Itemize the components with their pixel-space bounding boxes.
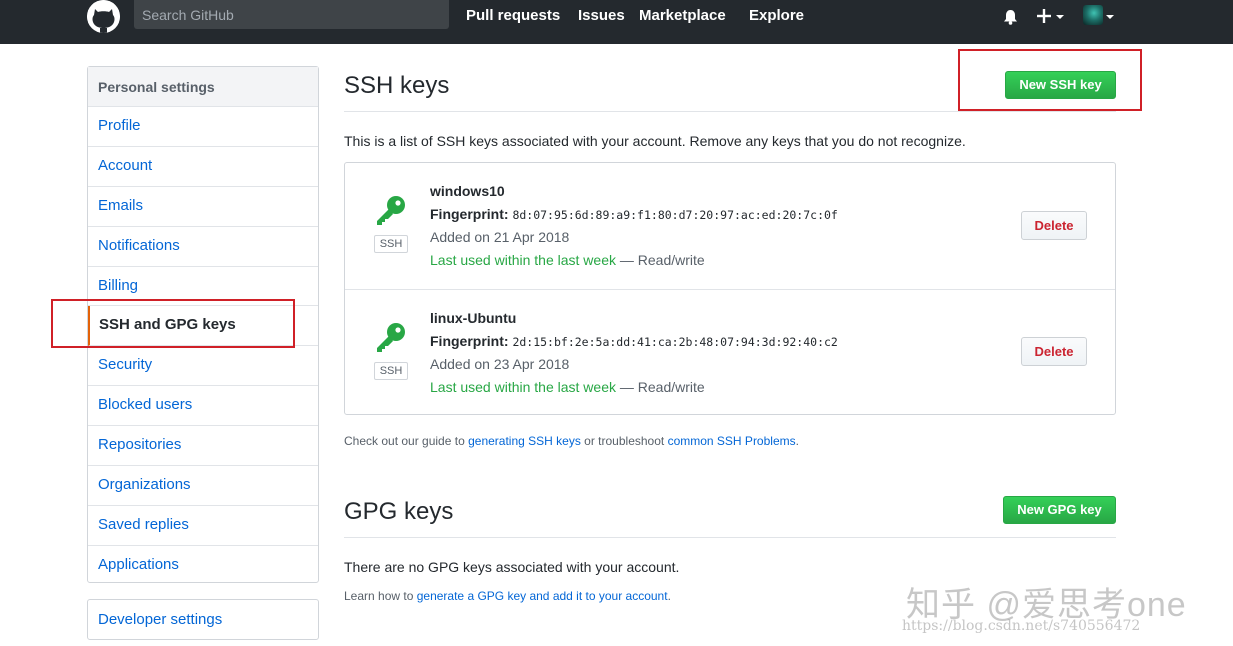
list-item: SSH linux-Ubuntu Fingerprint: 2d:15:bf:2… — [345, 289, 1115, 415]
key-title: linux-Ubuntu — [430, 310, 517, 326]
chevron-down-icon[interactable] — [1056, 15, 1064, 19]
delete-key-button[interactable]: Delete — [1021, 337, 1087, 366]
key-icon — [374, 194, 408, 228]
sidebar-item-saved-replies[interactable]: Saved replies — [88, 506, 318, 546]
learn-suffix: . — [667, 589, 671, 603]
access-level: — Read/write — [619, 252, 705, 268]
last-used-text: Last used within the last week — [430, 379, 616, 395]
sidebar-item-blocked-users[interactable]: Blocked users — [88, 386, 318, 427]
guide-middle: or troubleshoot — [584, 434, 665, 448]
sidebar-item-account[interactable]: Account — [88, 147, 318, 187]
fingerprint-label: Fingerprint: — [430, 333, 509, 349]
access-level: — Read/write — [619, 379, 705, 395]
nav-explore[interactable]: Explore — [749, 7, 804, 24]
watermark-url: https://blog.csdn.net/s740556472 — [902, 618, 1141, 634]
learn-prefix: Learn how to — [344, 589, 414, 603]
sidebar-item-repositories[interactable]: Repositories — [88, 426, 318, 467]
sidebar-item-organizations[interactable]: Organizations — [88, 466, 318, 506]
ssh-key-list: SSH windows10 Fingerprint: 8d:07:95:6d:8… — [344, 162, 1116, 415]
search-placeholder: Search GitHub — [142, 7, 234, 23]
generate-gpg-key-link[interactable]: generate a GPG key and add it to your ac… — [417, 589, 668, 603]
guide-suffix: . — [795, 434, 799, 448]
common-ssh-problems-link[interactable]: common SSH Problems — [668, 434, 796, 448]
annotation-highlight-sidebar — [51, 299, 295, 348]
avatar[interactable] — [1083, 5, 1103, 25]
bell-icon[interactable] — [1003, 9, 1018, 30]
nav-pull-requests[interactable]: Pull requests — [466, 7, 560, 24]
key-icon — [374, 321, 408, 355]
added-date: Added on 21 Apr 2018 — [430, 229, 570, 245]
gpg-empty-text: There are no GPG keys associated with yo… — [344, 559, 680, 575]
last-used-row: Last used within the last week — Read/wr… — [430, 252, 705, 268]
new-ssh-key-button[interactable]: New SSH key — [1005, 71, 1116, 99]
sidebar-item-security[interactable]: Security — [88, 346, 318, 387]
search-input[interactable]: Search GitHub — [134, 0, 449, 29]
guide-prefix: Check out our guide to — [344, 434, 465, 448]
chevron-down-icon[interactable] — [1106, 15, 1114, 19]
last-used-text: Last used within the last week — [430, 252, 616, 268]
nav-issues[interactable]: Issues — [578, 7, 625, 24]
sidebar-heading: Personal settings — [88, 67, 318, 107]
gpg-keys-title: GPG keys — [344, 498, 454, 525]
delete-key-button[interactable]: Delete — [1021, 211, 1087, 240]
sidebar-item-applications[interactable]: Applications — [88, 546, 318, 586]
top-header: Search GitHub Pull requests Issues Marke… — [0, 0, 1233, 44]
new-gpg-key-button[interactable]: New GPG key — [1003, 496, 1116, 524]
plus-icon[interactable] — [1037, 9, 1051, 28]
octocat-icon[interactable] — [87, 0, 120, 33]
fingerprint-value: 8d:07:95:6d:89:a9:f1:80:d7:20:97:ac:ed:2… — [512, 208, 838, 222]
section-divider — [344, 111, 1116, 112]
ssh-guide-note: Check out our guide to generating SSH ke… — [344, 434, 799, 448]
last-used-row: Last used within the last week — Read/wr… — [430, 379, 705, 395]
nav-marketplace[interactable]: Marketplace — [639, 7, 726, 24]
key-title: windows10 — [430, 183, 505, 199]
sidebar-item-emails[interactable]: Emails — [88, 187, 318, 227]
ssh-keys-title: SSH keys — [344, 72, 450, 99]
section-divider — [344, 537, 1116, 538]
ssh-type-label: SSH — [374, 362, 408, 380]
generating-ssh-keys-link[interactable]: generating SSH keys — [468, 434, 581, 448]
sidebar-item-notifications[interactable]: Notifications — [88, 227, 318, 267]
fingerprint-value: 2d:15:bf:2e:5a:dd:41:ca:2b:48:07:94:3d:9… — [512, 335, 838, 349]
fingerprint-label: Fingerprint: — [430, 206, 509, 222]
ssh-intro-text: This is a list of SSH keys associated wi… — [344, 133, 966, 149]
fingerprint-row: Fingerprint: 8d:07:95:6d:89:a9:f1:80:d7:… — [430, 206, 838, 222]
gpg-learn-note: Learn how to generate a GPG key and add … — [344, 589, 671, 603]
added-date: Added on 23 Apr 2018 — [430, 356, 570, 372]
fingerprint-row: Fingerprint: 2d:15:bf:2e:5a:dd:41:ca:2b:… — [430, 333, 838, 349]
sidebar-item-developer-settings[interactable]: Developer settings — [87, 599, 319, 640]
ssh-type-label: SSH — [374, 235, 408, 253]
sidebar-item-profile[interactable]: Profile — [88, 107, 318, 147]
list-item: SSH windows10 Fingerprint: 8d:07:95:6d:8… — [345, 163, 1115, 289]
